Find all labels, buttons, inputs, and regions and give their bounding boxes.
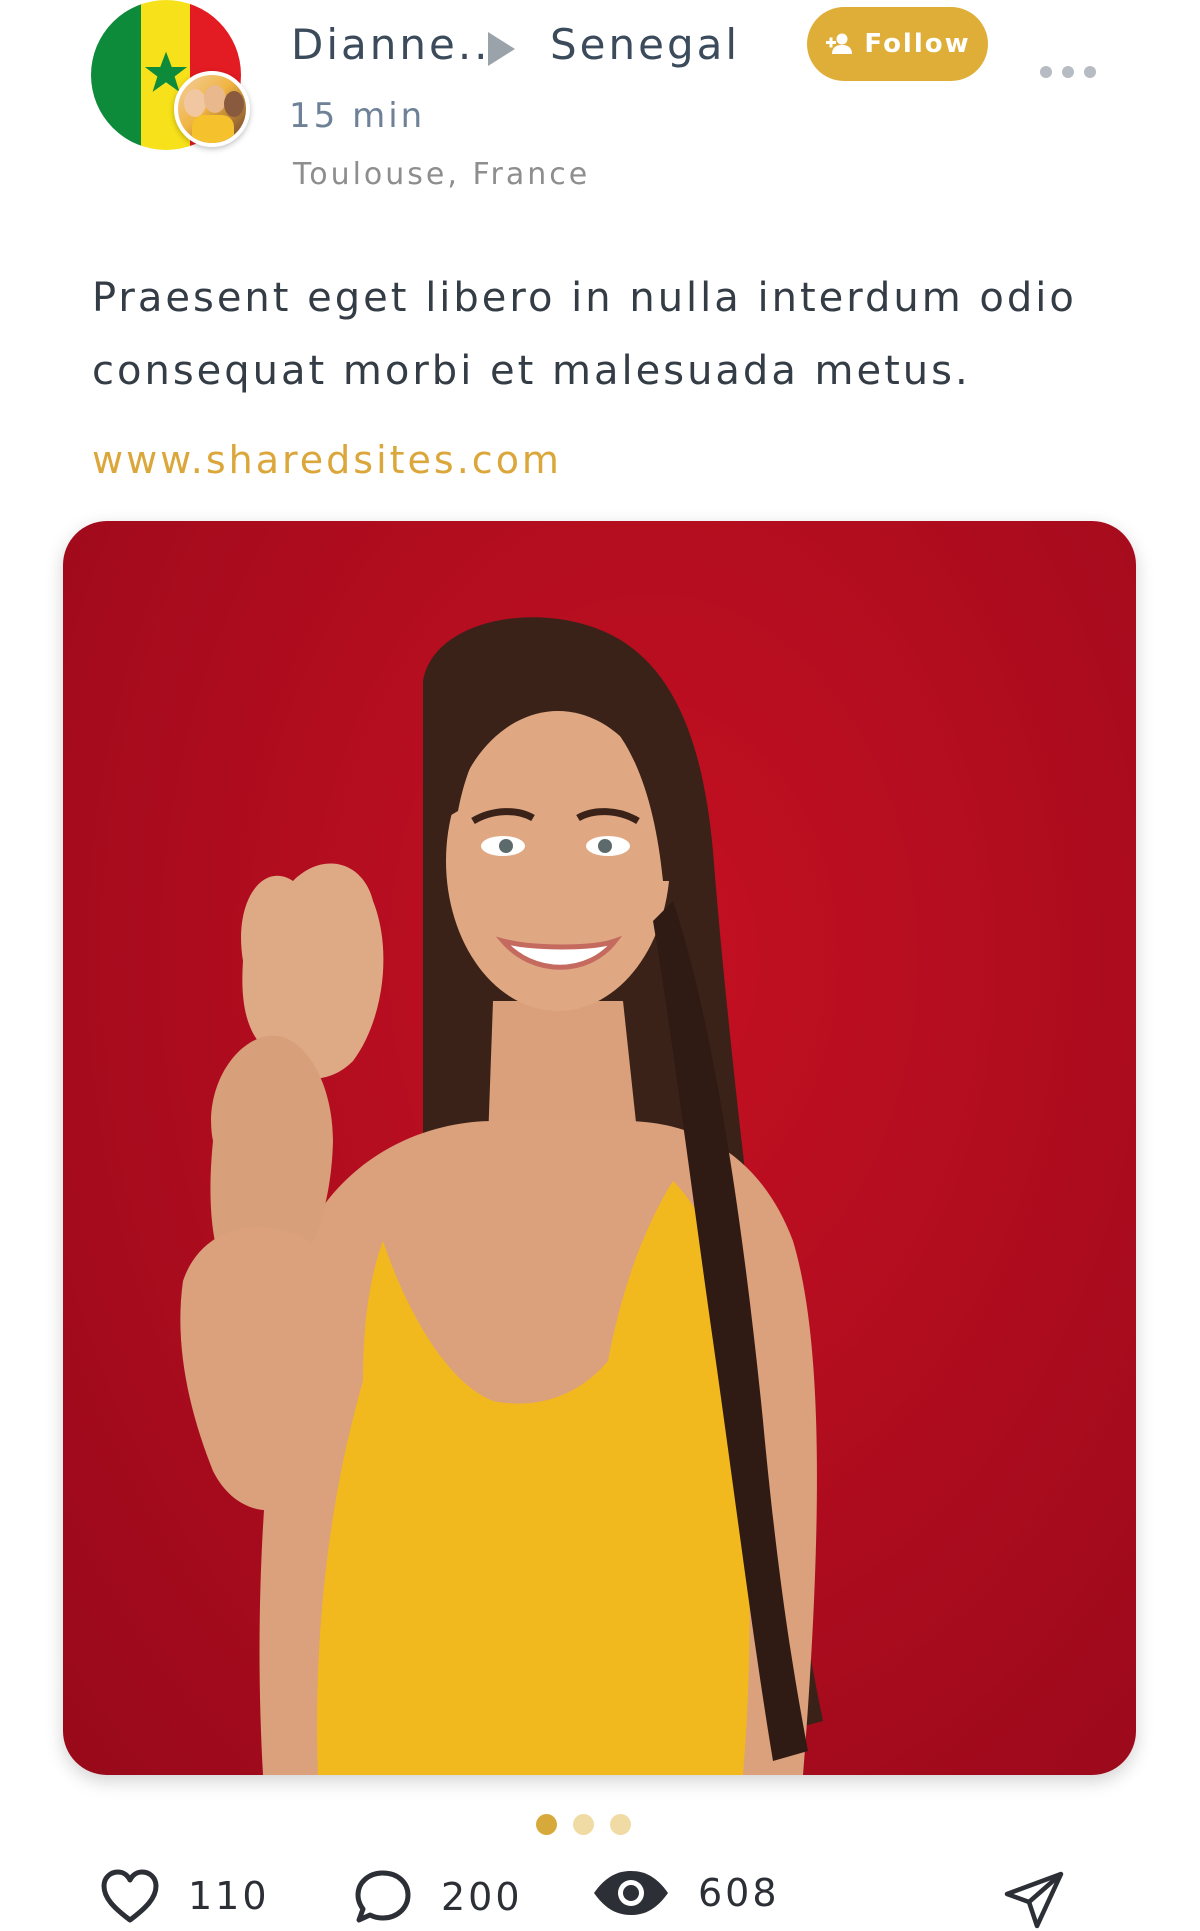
post-location: Toulouse, France: [293, 157, 591, 192]
comment-icon: [355, 1870, 411, 1923]
post-country[interactable]: Senegal: [550, 20, 740, 69]
views-indicator: 608: [592, 1868, 780, 1918]
more-dots-icon[interactable]: [1040, 66, 1096, 78]
play-arrow-icon: [488, 32, 515, 66]
post-photo-illustration: [180, 617, 823, 1775]
author-avatar[interactable]: [91, 0, 250, 150]
carousel-dot-2[interactable]: [573, 1814, 594, 1835]
shared-link[interactable]: www.sharedsites.com: [92, 438, 562, 482]
comment-count: 200: [441, 1875, 523, 1919]
post-time: 15 min: [289, 96, 426, 136]
follow-button[interactable]: Follow: [807, 7, 988, 81]
views-count: 608: [698, 1871, 780, 1915]
like-button[interactable]: 110: [100, 1868, 270, 1924]
send-icon[interactable]: [1003, 1870, 1065, 1930]
carousel-dot-3[interactable]: [610, 1814, 631, 1835]
carousel-indicator[interactable]: [536, 1814, 631, 1835]
like-count: 110: [188, 1874, 270, 1918]
author-name[interactable]: Dianne..: [291, 20, 491, 69]
follow-label: Follow: [864, 29, 971, 59]
add-user-icon: [826, 33, 853, 54]
heart-icon: [101, 1869, 159, 1923]
group-avatar: [174, 71, 250, 147]
eye-icon: [594, 1871, 668, 1915]
comment-button[interactable]: 200: [353, 1868, 523, 1926]
carousel-dot-1[interactable]: [536, 1814, 557, 1835]
post-image[interactable]: [63, 521, 1136, 1775]
post-caption: Praesent eget libero in nulla interdum o…: [92, 275, 1077, 394]
